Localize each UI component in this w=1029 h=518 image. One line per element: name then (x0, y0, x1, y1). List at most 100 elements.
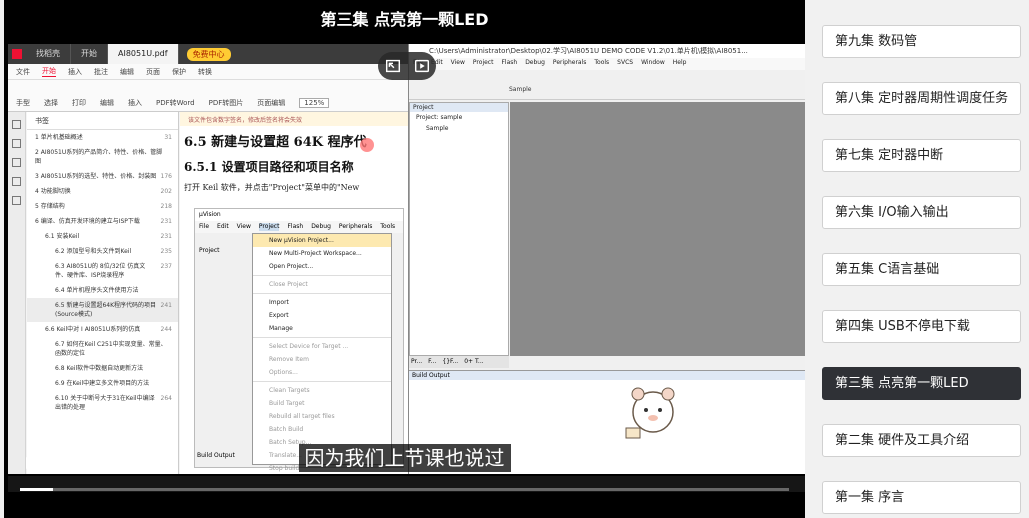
bookmark-label: 6.9 在Keil中建立多文件项目的方法 (55, 380, 150, 387)
dropdown-menu-item: New Multi-Project Workspace... (269, 250, 362, 257)
bookmark-page: 202 (160, 188, 172, 195)
project-tree-root: Project: sample (416, 114, 463, 121)
embedded-menu-item-active: Project (258, 223, 280, 231)
uvision-menu-item: Flash (501, 59, 518, 66)
bookmark-page: 237 (160, 263, 172, 270)
pdf-tool: 选择 (44, 99, 58, 107)
bookmark-label: 6.3 AI8051U的 8位/32位 仿真文件、硬件库、ISP烧录程序 (55, 263, 146, 279)
video-player[interactable]: 第三集 点亮第一颗LED 找稻壳 开始 AI8051U.pdf 免费中心 文件 … (4, 0, 805, 518)
project-tree-target: Sample (426, 125, 449, 132)
uvision-menu-item: Help (672, 59, 687, 66)
pdf-menu-item-active: 开始 (42, 67, 56, 77)
dropdown-menu-item: Remove Item (269, 356, 309, 363)
uvision-menu-item: SVCS (617, 59, 634, 66)
embedded-menu: File Edit View Project Flash Debug Perip… (195, 221, 403, 233)
pdf-reader-window: 找稻壳 开始 AI8051U.pdf 免费中心 文件 开始 插入 批注 编辑 页… (8, 44, 408, 474)
play-pip-icon[interactable] (413, 57, 431, 75)
bookmark-label: 4 功能脚切换 (35, 188, 71, 195)
more-options-icon[interactable] (769, 454, 787, 472)
pdf-tab: 开始 (71, 44, 108, 64)
embedded-menu-item: Flash (287, 223, 304, 230)
episode-item[interactable]: 第四集 USB不停电下载 (822, 310, 1021, 343)
menu-separator (253, 293, 391, 294)
signature-notice: 该文件包含数字签名，修改后签名将会失效 (180, 112, 408, 126)
uvision-title: C:\Users\Administrator\Desktop\02.学习\AI8… (409, 44, 805, 58)
video-frame[interactable]: 找稻壳 开始 AI8051U.pdf 免费中心 文件 开始 插入 批注 编辑 页… (8, 44, 805, 474)
annotation-icon (12, 158, 21, 167)
bookmark-panel-title: 书签 (27, 112, 178, 130)
bookmark-label: 6.1 安装Keil (45, 233, 80, 240)
uvision-menu-item: Window (641, 59, 665, 66)
pip-control-group (378, 52, 436, 80)
episode-item[interactable]: 第七集 定时器中断 (822, 139, 1021, 172)
pdf-tab-bar: 找稻壳 开始 AI8051U.pdf 免费中心 (8, 44, 408, 64)
bookmark-page: 231 (160, 218, 172, 225)
progress-fill (20, 488, 54, 491)
bookmark-item: 4 功能脚切换 202 (27, 184, 178, 199)
pdf-toolbar: 手型 选择 打印 编辑 插入 PDF转Word PDF转图片 页面编辑 125% (8, 80, 408, 112)
dropdown-menu-item: Import (269, 299, 289, 306)
bookmark-page: 176 (160, 173, 172, 180)
pdf-zoom-level: 125% (299, 98, 330, 108)
menu-separator (253, 381, 391, 382)
episode-item[interactable]: 第一集 序言 (822, 481, 1021, 514)
attachment-icon (12, 196, 21, 205)
pdf-menu-item: 文件 (16, 67, 30, 76)
pdf-tool: 打印 (72, 99, 86, 107)
dropdown-menu-item: New µVision Project... (253, 234, 391, 247)
dropdown-menu-item: Manage (269, 325, 293, 332)
menu-separator (253, 337, 391, 338)
volume-icon[interactable] (673, 454, 691, 472)
embedded-menu-item: Tools (380, 223, 396, 230)
dropdown-menu-item: Open Project... (269, 263, 314, 270)
bookmark-item: 1 单片机基础概述 31 (27, 130, 178, 145)
bookmark-label: 1 单片机基础概述 (35, 134, 83, 141)
dropdown-menu-item: Rebuild all target files (269, 413, 335, 420)
pdf-tool: PDF转图片 (208, 99, 244, 107)
fullscreen-icon[interactable] (721, 454, 739, 472)
panel-tab: Pr... (411, 358, 423, 365)
episode-item[interactable]: 第九集 数码管 (822, 25, 1021, 58)
member-badge: 免费中心 (186, 47, 231, 61)
episode-item[interactable]: 第八集 定时器周期性调度任务 (822, 82, 1021, 115)
embedded-uvision-screenshot: µVision File Edit View Project Flash Deb… (194, 208, 404, 472)
panel-tab: F... (428, 358, 437, 365)
play-icon[interactable] (24, 456, 38, 470)
uvision-menu-item: Debug (525, 59, 545, 66)
wps-logo-icon (12, 49, 22, 59)
bear-sticker-icon (625, 387, 675, 439)
bookmark-label: 6.5 新建与设置超64K程序代码的项目 (Source模式) (55, 302, 157, 318)
panel-tab: 0+ T... (464, 358, 484, 365)
embedded-menu-item: View (236, 223, 251, 230)
search-icon (12, 177, 21, 186)
embedded-menu-item: Edit (217, 223, 229, 230)
bookmark-item: 6.8 Keil软件中数据自动更新方法 (27, 361, 178, 376)
uvision-menu-item: Tools (594, 59, 610, 66)
uvision-window: C:\Users\Administrator\Desktop\02.学习\AI8… (408, 44, 805, 474)
project-dropdown-menu: New µVision Project... New Multi-Project … (252, 233, 392, 472)
bookmark-page: 231 (160, 233, 172, 240)
bookmark-label: 6.10 关于中断号大于31在Keil中编译出错的处理 (55, 395, 155, 411)
episode-playlist: 第九集 数码管 第八集 定时器周期性调度任务 第七集 定时器中断 第六集 I/O输入输… (813, 0, 1029, 518)
episode-item[interactable]: 第二集 硬件及工具介绍 (822, 424, 1021, 457)
episode-item-active[interactable]: 第三集 点亮第一颗LED (822, 367, 1021, 400)
bookmark-item: 3 AI8051U系列的选型、特性、价格、封装图 176 (27, 169, 178, 184)
bookmark-label: 6 编译、仿真开发环境的建立与ISP下载 (35, 218, 140, 225)
exit-pip-icon[interactable] (384, 57, 402, 75)
thumbnail-icon (12, 139, 21, 148)
bookmark-item: 6.9 在Keil中建立多文件项目的方法 (27, 376, 178, 391)
video-title: 第三集 点亮第一颗LED (320, 10, 489, 29)
dropdown-menu-item: Close Project (269, 281, 308, 288)
bookmark-label: 3 AI8051U系列的选型、特性、价格、封装图 (35, 173, 157, 180)
progress-bar[interactable] (20, 488, 789, 491)
episode-item[interactable]: 第五集 C语言基础 (822, 253, 1021, 286)
embedded-menu-item: Debug (311, 223, 331, 230)
episode-item[interactable]: 第六集 I/O输入输出 (822, 196, 1021, 229)
pdf-tab: 找稻壳 (26, 44, 71, 64)
uvision-menu-item: Project (472, 59, 494, 66)
bookmark-label: 6.7 如何在Keil C251中实现变量、常量、函数的定位 (55, 341, 167, 357)
pdf-tab-active: AI8051U.pdf (108, 44, 179, 64)
time-display: 1:28 / 34:03 (56, 455, 142, 471)
dropdown-menu-item: Options... (269, 369, 298, 376)
pdf-tool: PDF转Word (156, 99, 195, 107)
